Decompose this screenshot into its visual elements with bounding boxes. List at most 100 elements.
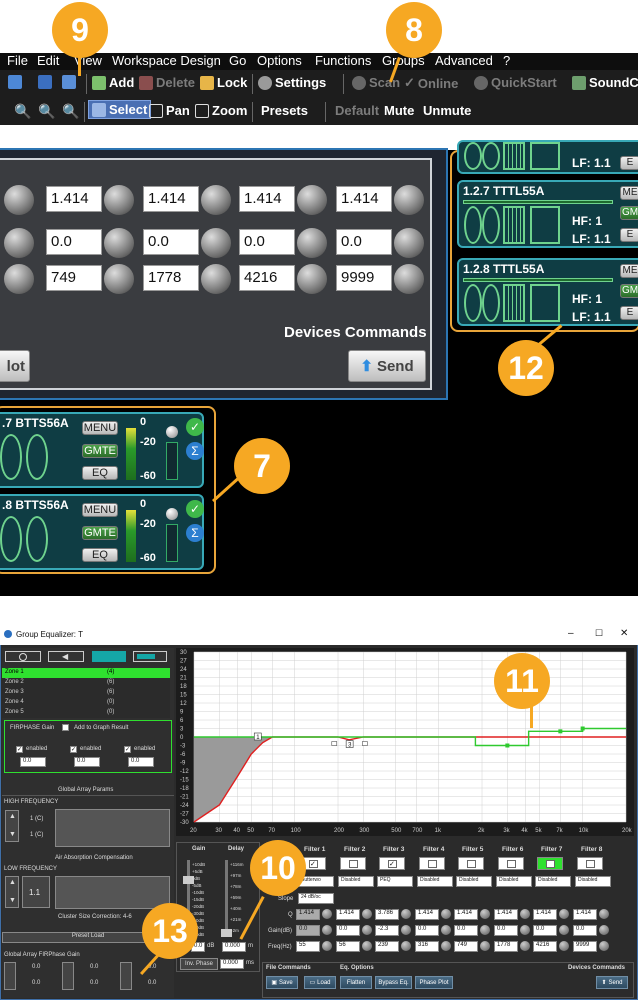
- fader[interactable]: [166, 442, 178, 480]
- pan-tool-button[interactable]: Pan: [149, 103, 190, 118]
- zoom-fit-icon[interactable]: 🔍: [62, 103, 79, 120]
- eq-button[interactable]: E: [620, 156, 638, 170]
- filter-enable-toggle[interactable]: [577, 857, 603, 870]
- save-button[interactable]: ▣ Save: [266, 976, 298, 989]
- filter-freq-knob[interactable]: [559, 941, 569, 951]
- menu-button[interactable]: ME: [620, 264, 638, 278]
- enabled-checkbox[interactable]: ✓: [70, 746, 77, 753]
- knob[interactable]: [297, 228, 327, 258]
- knob[interactable]: [201, 264, 231, 294]
- knob[interactable]: [297, 264, 327, 294]
- filter-gain-knob[interactable]: [441, 925, 451, 935]
- filter-freq[interactable]: 9999: [573, 941, 597, 952]
- param-field[interactable]: 4216: [239, 265, 295, 291]
- filter-freq[interactable]: 4216: [533, 941, 557, 952]
- fir-gain-stepper[interactable]: [4, 962, 16, 990]
- filter-gain-knob[interactable]: [362, 925, 372, 935]
- filter-gain[interactable]: 0.0: [336, 925, 360, 936]
- param-field[interactable]: 749: [46, 265, 102, 291]
- color-swatch[interactable]: [92, 651, 126, 662]
- new-file-icon[interactable]: [8, 75, 22, 89]
- knob[interactable]: [104, 228, 134, 258]
- filter-freq[interactable]: 239: [375, 941, 399, 952]
- filter-gain[interactable]: 0.0: [533, 925, 557, 936]
- q-handle-right[interactable]: [362, 741, 368, 746]
- knob[interactable]: [394, 185, 424, 215]
- param-field[interactable]: 0.0: [336, 229, 392, 255]
- filter-type[interactable]: Disabled: [456, 876, 492, 887]
- filter-q[interactable]: 1.414: [415, 909, 439, 920]
- filter-slope[interactable]: 24 dB/oc: [298, 893, 334, 904]
- menu-advanced[interactable]: Advanced: [435, 53, 493, 68]
- gmte-button[interactable]: GMTE: [82, 526, 118, 540]
- zone-row[interactable]: Zone 5 (0): [2, 708, 170, 718]
- param-field[interactable]: 1778: [143, 265, 199, 291]
- filter-gain[interactable]: 0.0: [296, 925, 320, 936]
- enabled-value-input[interactable]: 0.0: [128, 757, 154, 767]
- eq-button[interactable]: EQ: [82, 548, 118, 562]
- knob[interactable]: [4, 264, 34, 294]
- filter-q[interactable]: 1.414: [573, 909, 597, 920]
- filter-freq-knob[interactable]: [441, 941, 451, 951]
- filter-freq-knob[interactable]: [480, 941, 490, 951]
- zoom-out-icon[interactable]: 🔍: [38, 103, 55, 120]
- eq-button[interactable]: EQ: [82, 466, 118, 480]
- filter-q[interactable]: 1.414: [296, 909, 320, 920]
- flatten-button[interactable]: Flatten: [340, 976, 372, 989]
- filter-enable-toggle[interactable]: [458, 857, 484, 870]
- filter-q-knob[interactable]: [362, 909, 372, 919]
- filter-q[interactable]: 3.786: [375, 909, 399, 920]
- filter-type[interactable]: PEQ: [377, 876, 413, 887]
- color-dropdown[interactable]: [133, 651, 167, 662]
- filter-freq-knob[interactable]: [401, 941, 411, 951]
- knob[interactable]: [297, 185, 327, 215]
- param-field[interactable]: 0.0: [46, 229, 102, 255]
- filter-q-knob[interactable]: [441, 909, 451, 919]
- filter-q-knob[interactable]: [401, 909, 411, 919]
- filter-freq[interactable]: 749: [454, 941, 478, 952]
- filter-gain[interactable]: 0.0: [415, 925, 439, 936]
- bypass-eq-button[interactable]: Bypass Eq.: [375, 976, 412, 989]
- menu-button[interactable]: ME: [620, 186, 638, 200]
- menu-edit[interactable]: Edit: [37, 53, 59, 68]
- filter-type[interactable]: Disabled: [338, 876, 374, 887]
- enabled-value-input[interactable]: 0.0: [74, 757, 100, 767]
- zone-row[interactable]: Zone 2 (6): [2, 678, 170, 688]
- settings-button[interactable]: Settings: [258, 75, 326, 90]
- mute-button[interactable]: Mute: [384, 103, 414, 118]
- filter-freq[interactable]: 316: [415, 941, 439, 952]
- maximize-icon[interactable]: ☐: [595, 628, 603, 639]
- eq-graph[interactable]: 302724211815129630-3-6-9-12-15-18-21-24-…: [176, 648, 634, 836]
- gmte-button[interactable]: GMTE: [82, 444, 118, 458]
- filter-gain[interactable]: 0.0: [454, 925, 478, 936]
- filter-q-knob[interactable]: [599, 909, 609, 919]
- menu-button[interactable]: MENU: [82, 503, 118, 517]
- delay-input[interactable]: 0.000: [222, 942, 246, 952]
- filter-type[interactable]: Disabled: [535, 876, 571, 887]
- zoom-in-icon[interactable]: 🔍: [14, 103, 31, 120]
- param-field[interactable]: 1.414: [239, 186, 295, 212]
- knob[interactable]: [4, 185, 34, 215]
- enabled-checkbox[interactable]: ✓: [124, 746, 131, 753]
- zone-row[interactable]: Zone 3 (6): [2, 688, 170, 698]
- mute-toggle[interactable]: ◀: [48, 651, 84, 662]
- eq-button[interactable]: E: [620, 306, 638, 320]
- target-point[interactable]: [505, 743, 510, 748]
- zoom-tool-button[interactable]: Zoom: [195, 103, 247, 118]
- filter-gain[interactable]: 0.0: [494, 925, 518, 936]
- menu-file[interactable]: File: [7, 53, 28, 68]
- zone-row[interactable]: Zone 1 (4): [2, 668, 170, 678]
- enabled-checkbox[interactable]: ✓: [16, 746, 23, 753]
- delay-slider[interactable]: [225, 860, 228, 935]
- filter-gain-knob[interactable]: [480, 925, 490, 935]
- filter-enable-toggle[interactable]: [419, 857, 445, 870]
- knob[interactable]: [201, 228, 231, 258]
- gm-button[interactable]: GM: [620, 284, 638, 298]
- filter-q[interactable]: 1.414: [336, 909, 360, 920]
- param-field[interactable]: 1.414: [143, 186, 199, 212]
- save-icon[interactable]: [38, 75, 52, 89]
- presets-button[interactable]: Presets: [261, 103, 308, 118]
- gm-button[interactable]: GM: [620, 206, 638, 220]
- menu-workspace-design[interactable]: Workspace Design: [112, 53, 221, 68]
- online-button[interactable]: ✓ Online: [404, 75, 458, 91]
